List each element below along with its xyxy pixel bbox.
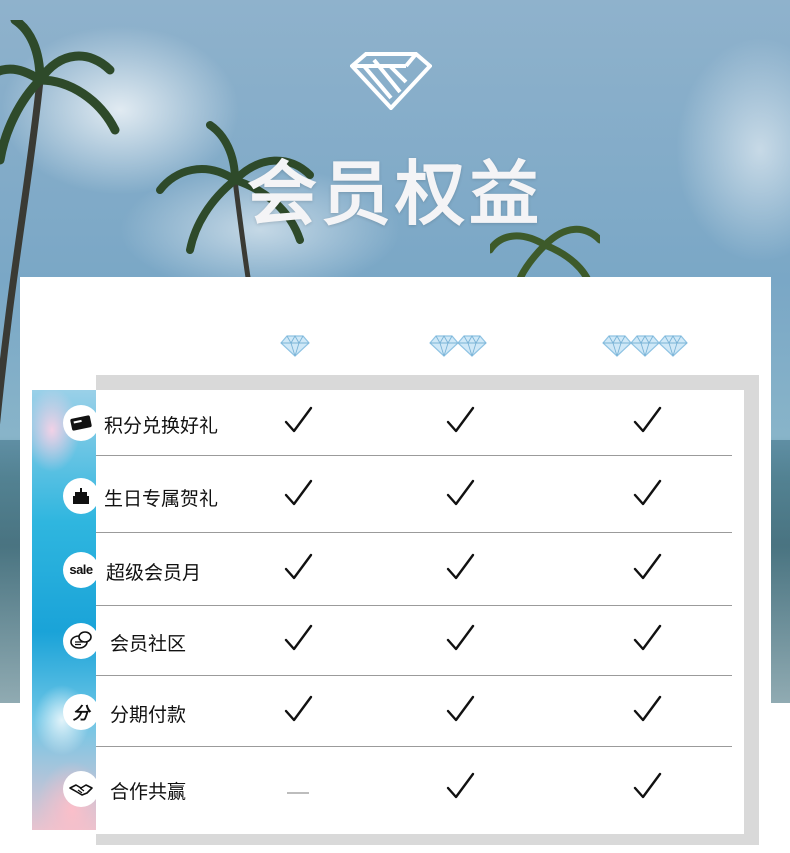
benefit-label: 生日专属贺礼 — [104, 489, 219, 510]
tier-1-diamonds — [280, 335, 310, 357]
check-icon — [633, 772, 662, 798]
check-icon — [633, 553, 662, 579]
tier-3-diamonds — [602, 335, 688, 357]
diamond-icon — [429, 335, 459, 357]
check-icon — [446, 695, 475, 721]
icon-text: 分 — [72, 704, 90, 723]
check-icon — [284, 406, 313, 433]
chat-icon — [63, 623, 99, 659]
diamond-logo-icon — [350, 52, 432, 110]
tier-2-diamonds — [429, 335, 487, 357]
installment-icon: 分 — [63, 693, 99, 730]
benefit-label: 分期付款 — [110, 704, 187, 726]
check-icon — [633, 479, 662, 506]
check-icon — [633, 624, 662, 651]
sale-icon: sale — [63, 551, 99, 588]
page-title: 会员权益 — [247, 155, 543, 233]
diamond-icon — [658, 335, 688, 357]
check-icon — [446, 553, 475, 579]
check-icon — [446, 406, 475, 433]
decorative-strip — [32, 390, 96, 830]
diamond-icon — [602, 335, 632, 357]
check-icon — [633, 406, 662, 433]
handshake-icon — [63, 770, 99, 807]
check-icon — [284, 624, 313, 651]
diamond-icon — [457, 335, 487, 357]
benefit-label: 超级会员月 — [106, 562, 202, 584]
check-icon — [446, 772, 475, 798]
check-icon — [446, 624, 475, 651]
check-icon — [633, 695, 662, 721]
cake-icon — [63, 478, 99, 514]
check-icon — [446, 479, 475, 506]
diamond-icon — [630, 335, 660, 357]
check-icon — [284, 695, 313, 721]
card-icon — [63, 405, 99, 441]
diamond-icon — [280, 335, 310, 357]
benefit-label: 积分兑换好礼 — [104, 416, 219, 437]
check-icon — [284, 479, 313, 506]
not-included-dash — [287, 791, 309, 794]
icon-text: sale — [69, 562, 93, 577]
row-divider — [96, 455, 732, 456]
check-icon — [284, 553, 313, 579]
benefit-label: 合作共赢 — [110, 781, 187, 803]
benefit-label: 会员社区 — [110, 634, 187, 655]
